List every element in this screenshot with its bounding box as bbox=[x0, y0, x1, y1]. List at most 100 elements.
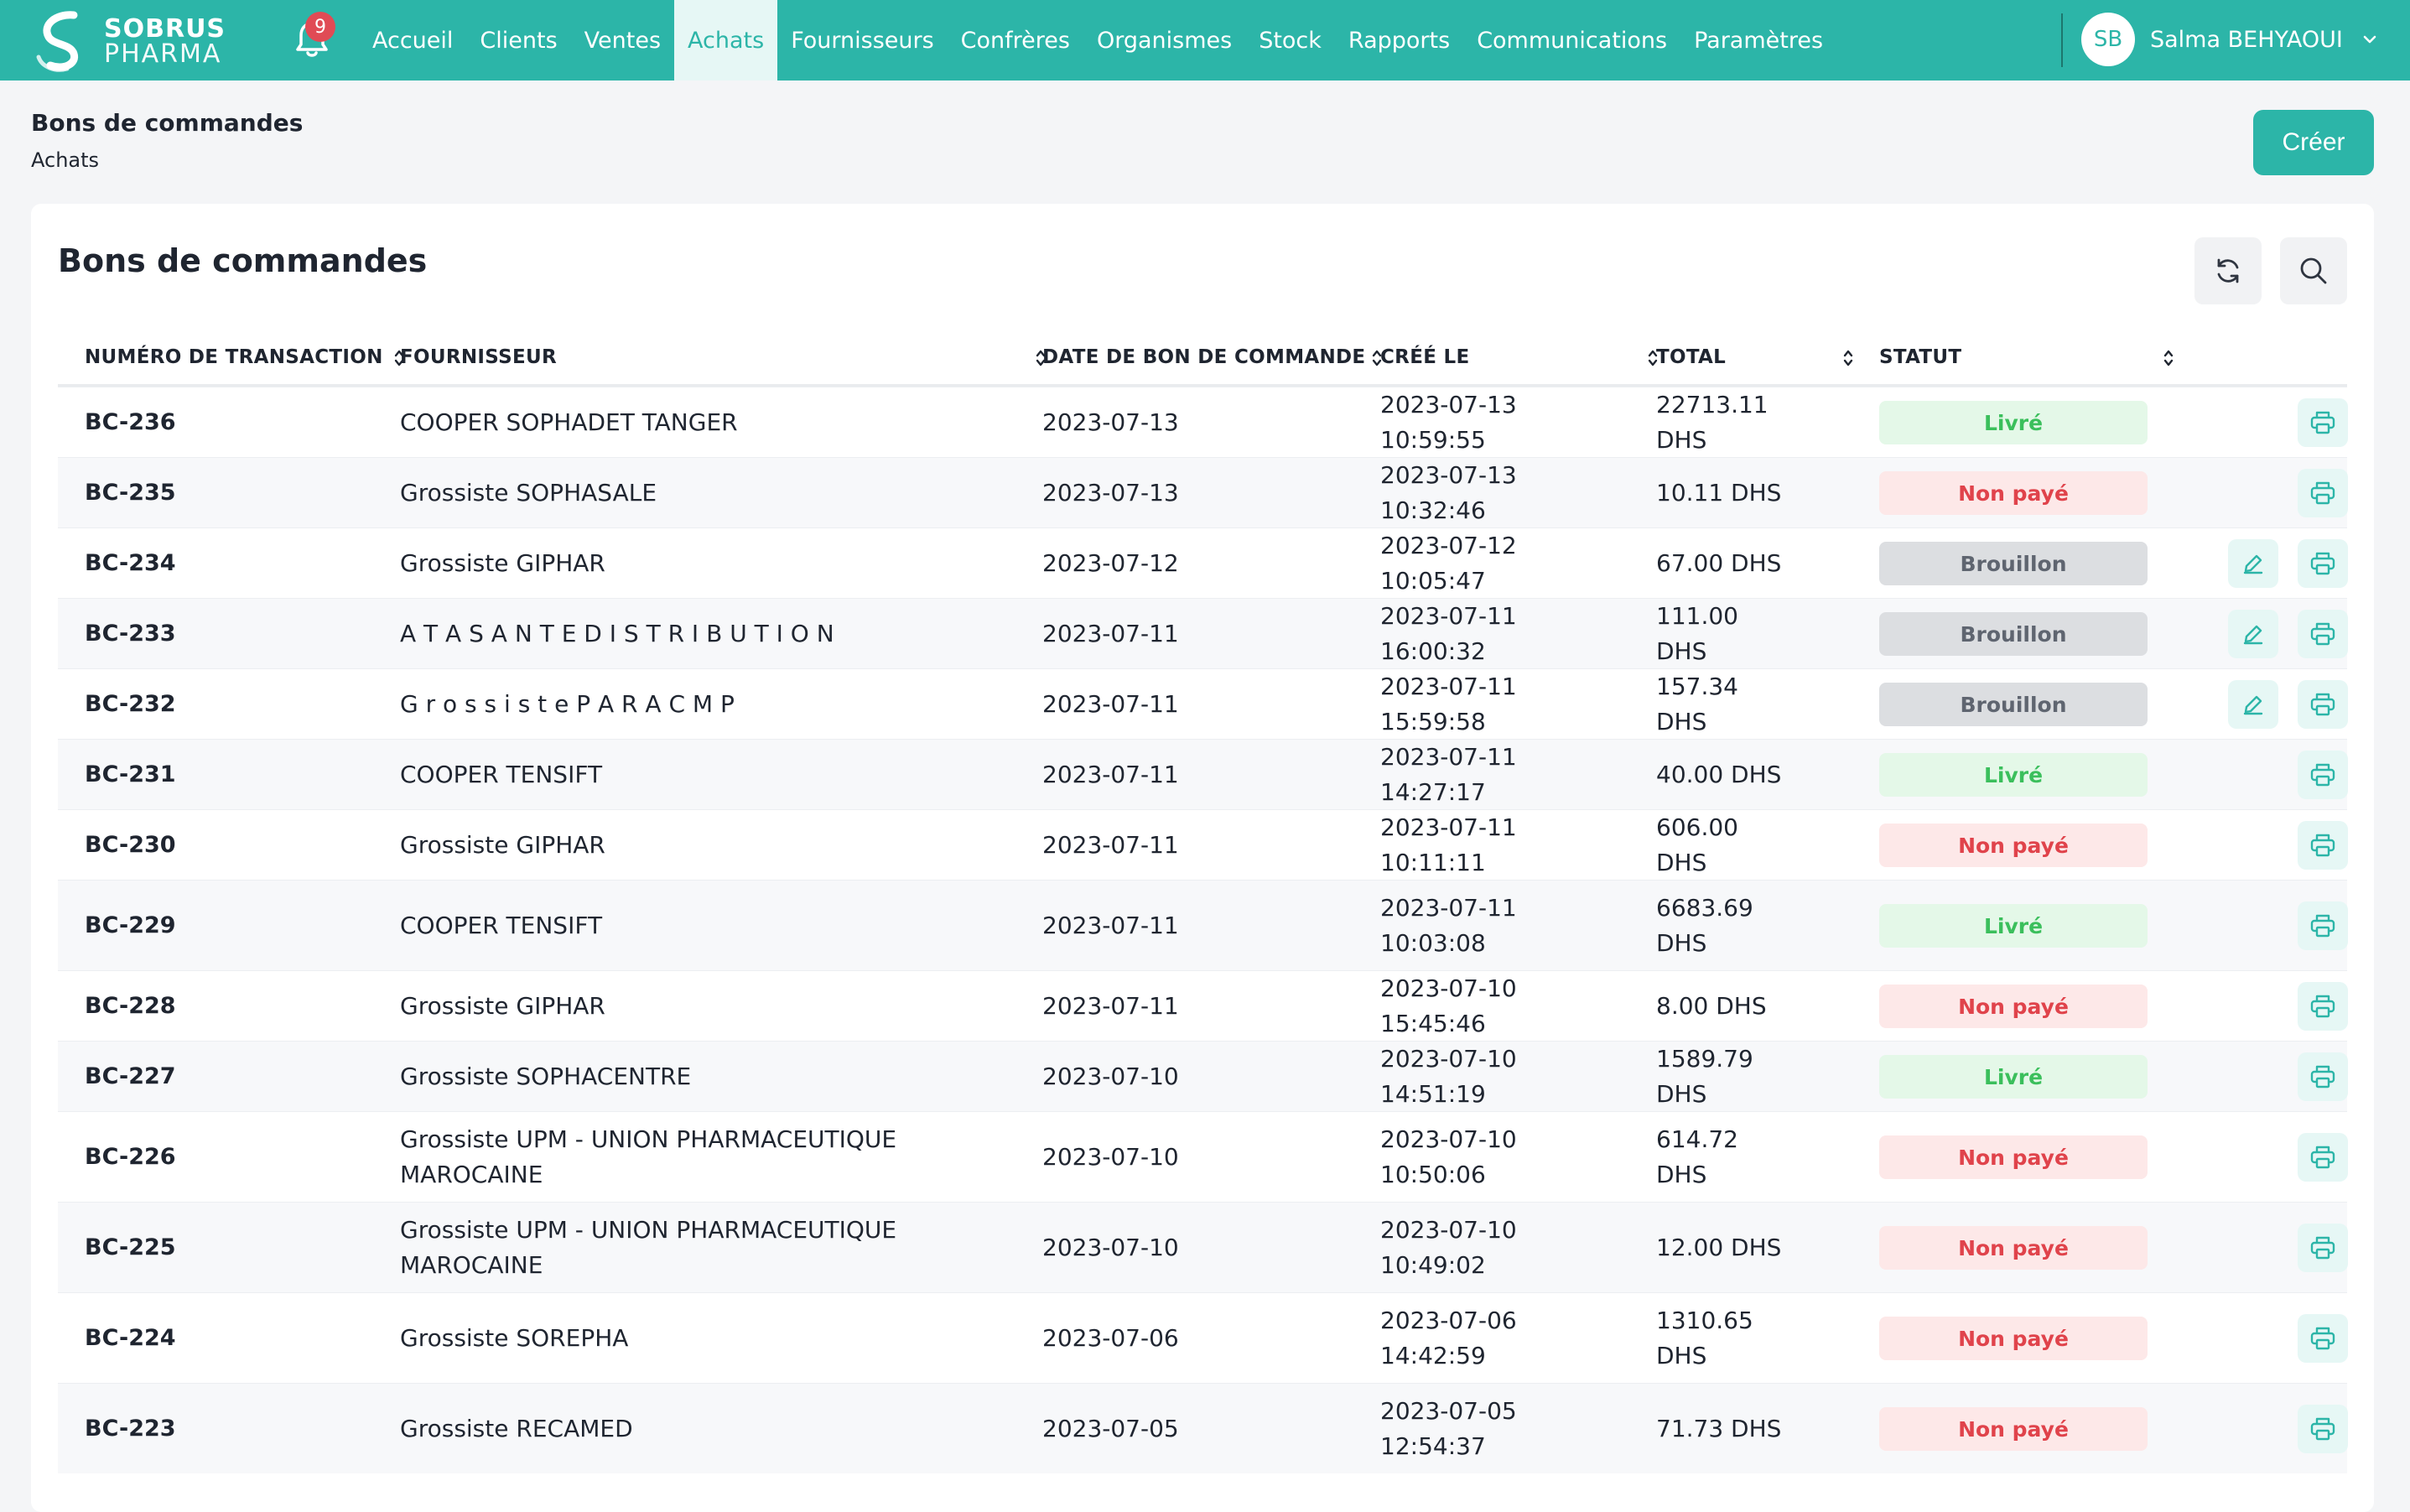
order-date-cell: 2023-07-11 bbox=[1042, 830, 1179, 859]
created-at-cell: 2023-07-13 10:32:46 bbox=[1380, 460, 1517, 524]
table-row[interactable]: BC-227 Grossiste SOPHACENTRE 2023-07-10 202… bbox=[58, 1041, 2348, 1111]
nav-item-achats[interactable]: Achats bbox=[674, 0, 778, 81]
nav-item-fournisseurs[interactable]: Fournisseurs bbox=[777, 0, 947, 81]
status-badge: Non payé bbox=[1879, 471, 2148, 515]
transaction-number-cell: BC-232 bbox=[85, 690, 176, 717]
order-date-cell: 2023-07-10 bbox=[1042, 1062, 1179, 1090]
table-row[interactable]: BC-233 A T A S A N T E D I S T R I B U T … bbox=[58, 598, 2348, 668]
transaction-number-cell: BC-227 bbox=[85, 1063, 176, 1089]
user-menu[interactable]: SB Salma BEHYAOUI bbox=[2081, 12, 2378, 67]
avatar: SB bbox=[2081, 13, 2135, 66]
print-button[interactable] bbox=[2298, 1405, 2348, 1453]
table-row[interactable]: BC-228 Grossiste GIPHAR 2023-07-11 2023-07-… bbox=[58, 970, 2348, 1041]
nav-item-clients[interactable]: Clients bbox=[466, 0, 570, 81]
created-at-cell: 2023-07-10 10:49:02 bbox=[1380, 1215, 1517, 1279]
status-badge: Non payé bbox=[1879, 1407, 2148, 1451]
table-row[interactable]: BC-232 G r o s s i s t e P A R A C M P 202… bbox=[58, 668, 2348, 739]
print-button[interactable] bbox=[2298, 1133, 2348, 1182]
status-badge: Brouillon bbox=[1879, 612, 2148, 656]
print-button[interactable] bbox=[2298, 751, 2348, 799]
search-icon bbox=[2300, 257, 2327, 284]
total-cell: 614.72 DHS bbox=[1656, 1125, 1738, 1188]
sort-icon[interactable] bbox=[1842, 348, 1854, 368]
refresh-icon bbox=[2217, 258, 2239, 283]
table-row[interactable]: BC-236 COOPER SOPHADET TANGER 2023-07-13 20… bbox=[58, 387, 2348, 457]
total-cell: 12.00 DHS bbox=[1656, 1233, 1782, 1261]
supplier-cell: Grossiste GIPHAR bbox=[400, 830, 605, 859]
create-button[interactable]: Créer bbox=[2253, 110, 2374, 175]
supplier-cell: COOPER TENSIFT bbox=[400, 760, 603, 788]
total-cell: 606.00 DHS bbox=[1656, 813, 1738, 876]
print-button[interactable] bbox=[2298, 398, 2348, 447]
print-button[interactable] bbox=[2298, 539, 2348, 588]
table-row[interactable]: BC-225 Grossiste UPM - UNION PHARMACEUTIQ… bbox=[58, 1202, 2348, 1292]
print-button[interactable] bbox=[2298, 821, 2348, 870]
table-row[interactable]: BC-235 Grossiste SOPHASALE 2023-07-13 2023-… bbox=[58, 457, 2348, 527]
supplier-cell: Grossiste SOPHASALE bbox=[400, 478, 657, 507]
created-at-cell: 2023-07-11 14:27:17 bbox=[1380, 742, 1517, 806]
table-row[interactable]: BC-226 Grossiste UPM - UNION PHARMACEUTIQ… bbox=[58, 1111, 2348, 1202]
column-header-status[interactable]: STATUT bbox=[1879, 328, 1961, 387]
total-cell: 157.34 DHS bbox=[1656, 672, 1738, 735]
table-row[interactable]: BC-223 Grossiste RECAMED 2023-07-05 2023-07… bbox=[58, 1383, 2348, 1473]
nav-item-param-tres[interactable]: Paramètres bbox=[1680, 0, 1836, 81]
sobrus-logo[interactable]: SOBRUS PHARMA bbox=[30, 10, 248, 74]
print-button[interactable] bbox=[2298, 1052, 2348, 1101]
print-button[interactable] bbox=[2298, 982, 2348, 1031]
column-header-transaction-number[interactable]: NUMÉRO DE TRANSACTION bbox=[85, 328, 383, 387]
search-button[interactable] bbox=[2280, 237, 2347, 304]
nav-item-confr-res[interactable]: Confrères bbox=[948, 0, 1083, 81]
column-header-created-at[interactable]: CRÉÉ LE bbox=[1380, 328, 1470, 387]
order-date-cell: 2023-07-12 bbox=[1042, 548, 1179, 577]
supplier-cell: G r o s s i s t e P A R A C M P bbox=[400, 689, 735, 718]
column-header-total[interactable]: TOTAL bbox=[1656, 328, 1726, 387]
logo-line-1: SOBRUS bbox=[104, 14, 226, 44]
transaction-number-cell: BC-231 bbox=[85, 761, 176, 787]
order-date-cell: 2023-07-11 bbox=[1042, 619, 1179, 647]
nav-item-accueil[interactable]: Accueil bbox=[359, 0, 466, 81]
supplier-cell: A T A S A N T E D I S T R I B U T I O N bbox=[400, 619, 834, 647]
print-button[interactable] bbox=[2298, 680, 2348, 729]
nav-item-communications[interactable]: Communications bbox=[1463, 0, 1680, 81]
status-badge: Livré bbox=[1879, 904, 2148, 948]
table-row[interactable]: BC-224 Grossiste SOREPHA 2023-07-06 2023-07… bbox=[58, 1292, 2348, 1383]
transaction-number-cell: BC-225 bbox=[85, 1234, 176, 1260]
breadcrumb[interactable]: Achats bbox=[31, 148, 99, 172]
table-row[interactable]: BC-229 COOPER TENSIFT 2023-07-11 2023-07-11… bbox=[58, 880, 2348, 970]
created-at-cell: 2023-07-11 15:59:58 bbox=[1380, 672, 1517, 735]
refresh-button[interactable] bbox=[2194, 237, 2262, 304]
print-button[interactable] bbox=[2298, 1314, 2348, 1363]
sort-icon[interactable] bbox=[2163, 348, 2174, 368]
print-button[interactable] bbox=[2298, 469, 2348, 517]
print-button[interactable] bbox=[2298, 901, 2348, 950]
printer-icon bbox=[2310, 622, 2335, 646]
edit-button[interactable] bbox=[2228, 539, 2278, 588]
nav-item-organismes[interactable]: Organismes bbox=[1083, 0, 1245, 81]
supplier-cell: Grossiste RECAMED bbox=[400, 1414, 633, 1442]
edit-button[interactable] bbox=[2228, 610, 2278, 658]
table-header: NUMÉRO DE TRANSACTION FOURNISSEUR DATE DE … bbox=[58, 328, 2347, 387]
table-row[interactable]: BC-230 Grossiste GIPHAR 2023-07-11 2023-07-… bbox=[58, 809, 2348, 880]
card-title: Bons de commandes bbox=[58, 242, 428, 279]
created-at-cell: 2023-07-06 14:42:59 bbox=[1380, 1306, 1517, 1369]
column-header-order-date[interactable]: DATE DE BON DE COMMANDE bbox=[1042, 328, 1365, 387]
edit-button[interactable] bbox=[2228, 680, 2278, 729]
supplier-cell: COOPER SOPHADET TANGER bbox=[400, 408, 738, 436]
order-date-cell: 2023-07-13 bbox=[1042, 478, 1179, 507]
created-at-cell: 2023-07-05 12:54:37 bbox=[1380, 1396, 1517, 1460]
supplier-cell: Grossiste GIPHAR bbox=[400, 991, 605, 1020]
table-row[interactable]: BC-234 Grossiste GIPHAR 2023-07-12 2023-07-… bbox=[58, 527, 2348, 598]
pencil-icon bbox=[2243, 695, 2263, 715]
transaction-number-cell: BC-235 bbox=[85, 479, 176, 506]
nav-item-ventes[interactable]: Ventes bbox=[571, 0, 674, 81]
print-button[interactable] bbox=[2298, 1224, 2348, 1272]
column-header-supplier[interactable]: FOURNISSEUR bbox=[400, 328, 557, 387]
nav-item-rapports[interactable]: Rapports bbox=[1335, 0, 1463, 81]
nav-item-stock[interactable]: Stock bbox=[1245, 0, 1335, 81]
order-date-cell: 2023-07-11 bbox=[1042, 760, 1179, 788]
printer-icon bbox=[2310, 1236, 2335, 1260]
transaction-number-cell: BC-223 bbox=[85, 1415, 176, 1442]
table-row[interactable]: BC-231 COOPER TENSIFT 2023-07-11 2023-07-11… bbox=[58, 739, 2348, 809]
print-button[interactable] bbox=[2298, 610, 2348, 658]
status-badge: Non payé bbox=[1879, 824, 2148, 867]
